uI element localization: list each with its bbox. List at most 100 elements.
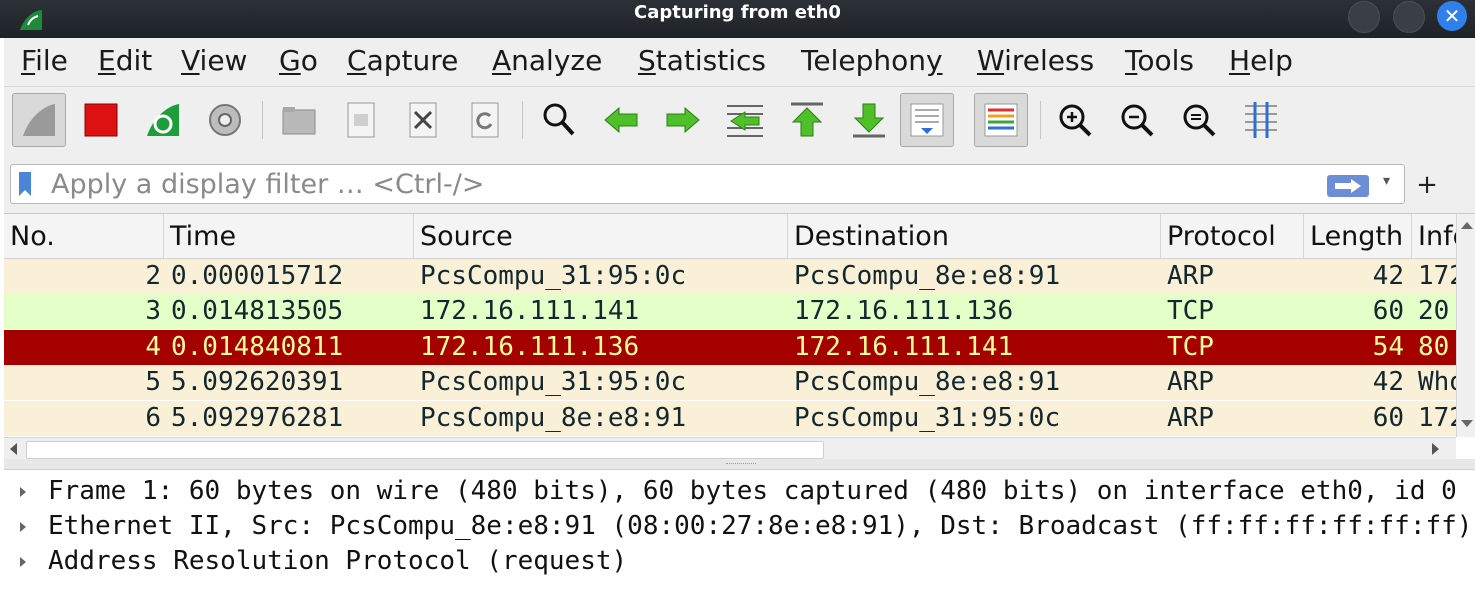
menu-wireless-label: Wireless (977, 44, 1095, 77)
restart-capture-button[interactable] (136, 93, 190, 147)
menu-bar: File Edit View Go Capture Analyze Statis… (4, 38, 1475, 82)
go-to-packet-button[interactable] (718, 93, 772, 147)
stop-capture-button[interactable] (74, 93, 128, 147)
packet-cell-info: Who has 172.16.111.136? Tell 172.16.111.… (1418, 367, 1456, 398)
menu-analyze[interactable]: Analyze (492, 44, 602, 78)
expand-arrow-icon[interactable] (20, 522, 26, 532)
normal-size-button[interactable] (1172, 93, 1226, 147)
menu-tools-label: Tools (1125, 44, 1194, 77)
horizontal-scroll-thumb[interactable] (26, 441, 824, 459)
column-time[interactable]: Time (164, 214, 414, 258)
go-forward-icon (666, 106, 700, 134)
open-file-button[interactable] (272, 93, 326, 147)
scroll-right-icon[interactable] (1432, 443, 1439, 455)
filter-bookmark-icon[interactable] (19, 172, 31, 196)
minimize-button[interactable] (1348, 1, 1380, 33)
menu-statistics[interactable]: Statistics (638, 44, 766, 78)
detail-row-text: Ethernet II, Src: PcsCompu_8e:e8:91 (08:… (48, 511, 1473, 541)
detail-row-arp[interactable]: Address Resolution Protocol (request) (4, 544, 1475, 579)
packet-row[interactable]: 2 0.000015712 PcsCompu_31:95:0c PcsCompu_8e… (4, 259, 1456, 294)
save-file-icon (347, 102, 375, 138)
packet-cell-destination: PcsCompu_31:95:0c (794, 402, 1061, 433)
expand-arrow-icon[interactable] (20, 487, 26, 497)
packet-cell-destination: 172.16.111.141 (794, 331, 1014, 362)
packet-cell-source: PcsCompu_8e:e8:91 (420, 402, 687, 433)
close-file-button[interactable] (396, 93, 450, 147)
packet-row[interactable]: 6 5.092976281 PcsCompu_8e:e8:91 PcsCompu_31… (4, 400, 1456, 436)
scroll-left-icon[interactable] (10, 443, 17, 455)
packet-list-horizontal-scrollbar[interactable] (4, 437, 1456, 460)
title-bar[interactable]: Capturing from eth0 ✕ (0, 0, 1475, 38)
zoom-out-button[interactable] (1110, 93, 1164, 147)
packet-row[interactable]: 5 5.092620391 PcsCompu_31:95:0c PcsCompu_8e… (4, 365, 1456, 401)
start-capture-icon (23, 104, 55, 136)
menu-wireless[interactable]: Wireless (977, 44, 1094, 78)
column-info[interactable]: Info (1412, 214, 1456, 258)
auto-scroll-button[interactable] (900, 93, 954, 147)
start-capture-button[interactable] (12, 93, 66, 147)
column-no[interactable]: No. (4, 214, 164, 258)
find-packet-icon (543, 103, 575, 136)
packet-cell-length: 42 (1372, 367, 1404, 398)
packet-cell-length: 60 (1372, 296, 1404, 327)
save-file-button[interactable] (334, 93, 388, 147)
menu-file[interactable]: File (21, 44, 68, 78)
menu-help-label: Help (1229, 44, 1293, 77)
packet-row[interactable]: 4 0.014840811 172.16.111.136 172.16.111.141… (4, 329, 1456, 365)
menu-edit-label: Edit (98, 44, 153, 77)
apply-filter-button[interactable] (1327, 175, 1369, 197)
column-length[interactable]: Length (1304, 214, 1412, 258)
menu-capture-label: Capture (347, 44, 459, 77)
filter-history-dropdown[interactable]: ▾ (1383, 173, 1390, 189)
last-packet-button[interactable] (842, 93, 896, 147)
pane-splitter[interactable] (4, 459, 1475, 469)
zoom-in-button[interactable] (1048, 93, 1102, 147)
menu-analyze-label: Analyze (492, 44, 603, 77)
last-packet-icon (853, 103, 885, 138)
menu-view[interactable]: View (181, 44, 247, 78)
packet-cell-source: 172.16.111.136 (420, 331, 640, 362)
first-packet-button[interactable] (780, 93, 834, 147)
menu-telephony[interactable]: Telephony (801, 44, 943, 78)
normal-size-icon (1183, 104, 1216, 137)
add-filter-button[interactable]: + (1412, 170, 1442, 200)
go-to-packet-icon (727, 105, 763, 137)
menu-capture[interactable]: Capture (347, 44, 458, 78)
menu-file-label: File (21, 44, 68, 77)
detail-row-frame[interactable]: Frame 1: 60 bytes on wire (480 bits), 60… (4, 474, 1475, 509)
packet-row[interactable]: 3 0.014813505 172.16.111.141 172.16.111.136… (4, 294, 1456, 330)
close-button[interactable]: ✕ (1437, 1, 1467, 31)
reload-file-button[interactable] (458, 93, 512, 147)
menu-help[interactable]: Help (1229, 44, 1293, 78)
packet-cell-destination: PcsCompu_8e:e8:91 (794, 367, 1061, 398)
packet-cell-info: 80 → 20 [RST, ACK] Seq=1 Ack=1 Win=0 Len… (1418, 331, 1456, 362)
menu-go-label: Go (279, 44, 318, 77)
detail-row-ethernet[interactable]: Ethernet II, Src: PcsCompu_8e:e8:91 (08:… (4, 509, 1475, 544)
packet-cell-destination: PcsCompu_8e:e8:91 (794, 261, 1061, 291)
column-protocol[interactable]: Protocol (1161, 214, 1304, 258)
display-filter-input[interactable] (51, 167, 1291, 201)
expand-arrow-icon[interactable] (20, 557, 26, 567)
find-packet-button[interactable] (532, 93, 586, 147)
maximize-button[interactable] (1393, 1, 1425, 33)
menu-edit[interactable]: Edit (98, 44, 152, 78)
restart-capture-icon (147, 104, 179, 136)
auto-scroll-icon (910, 103, 944, 137)
packet-cell-protocol: ARP (1167, 367, 1214, 398)
packet-list-vertical-scrollbar[interactable] (1456, 214, 1475, 437)
column-source[interactable]: Source (414, 214, 788, 258)
packet-cell-time: 0.000015712 (171, 261, 344, 291)
capture-options-button[interactable] (198, 93, 252, 147)
scroll-down-icon[interactable] (1461, 420, 1473, 427)
scroll-up-icon[interactable] (1461, 222, 1473, 229)
menu-go[interactable]: Go (279, 44, 318, 78)
go-forward-button[interactable] (656, 93, 710, 147)
go-back-button[interactable] (594, 93, 648, 147)
packet-cell-protocol: ARP (1167, 261, 1214, 291)
column-destination[interactable]: Destination (788, 214, 1161, 258)
resize-columns-button[interactable] (1234, 93, 1288, 147)
arrow-right-icon (1335, 179, 1361, 193)
packet-cell-time: 5.092620391 (171, 367, 344, 398)
colorize-button[interactable] (974, 93, 1028, 147)
menu-tools[interactable]: Tools (1125, 44, 1194, 78)
